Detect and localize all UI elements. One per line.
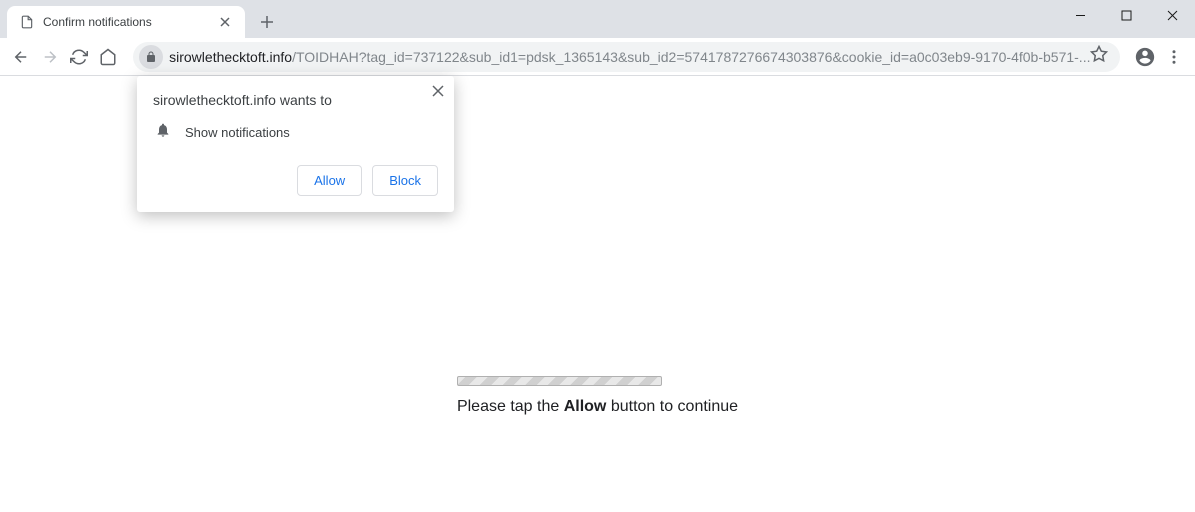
new-tab-button[interactable] — [253, 8, 281, 36]
url-domain: sirowlethecktoft.info — [169, 49, 292, 65]
maximize-button[interactable] — [1103, 0, 1149, 30]
permission-request-text: Show notifications — [185, 125, 290, 140]
page-icon — [19, 14, 35, 30]
hint-bold: Allow — [564, 398, 607, 415]
bookmark-star-icon[interactable] — [1090, 45, 1108, 68]
reload-button[interactable] — [67, 43, 92, 71]
browser-tab[interactable]: Confirm notifications — [7, 6, 245, 38]
hint-post: button to continue — [606, 398, 738, 415]
hint-text: Please tap the Allow button to continue — [457, 398, 738, 416]
permission-origin-text: sirowlethecktoft.info wants to — [153, 92, 438, 108]
bell-icon — [155, 122, 171, 143]
permission-prompt: sirowlethecktoft.info wants to Show noti… — [137, 76, 454, 212]
browser-titlebar: Confirm notifications — [0, 0, 1195, 38]
minimize-button[interactable] — [1057, 0, 1103, 30]
profile-button[interactable] — [1132, 43, 1157, 71]
hint-pre: Please tap the — [457, 398, 564, 415]
url-path: /TOIDHAH?tag_id=737122&sub_id1=pdsk_1365… — [292, 49, 1090, 65]
tab-title: Confirm notifications — [43, 15, 217, 29]
permission-request-row: Show notifications — [153, 122, 438, 143]
progress-bar — [457, 376, 662, 386]
close-icon[interactable] — [432, 84, 444, 102]
close-window-button[interactable] — [1149, 0, 1195, 30]
forward-button[interactable] — [37, 43, 62, 71]
browser-toolbar: sirowlethecktoft.info/TOIDHAH?tag_id=737… — [0, 38, 1195, 76]
allow-button[interactable]: Allow — [297, 165, 362, 196]
back-button[interactable] — [8, 43, 33, 71]
url-text: sirowlethecktoft.info/TOIDHAH?tag_id=737… — [169, 49, 1090, 65]
lock-icon[interactable] — [139, 45, 163, 69]
kebab-menu-icon[interactable] — [1162, 43, 1187, 71]
close-icon[interactable] — [217, 14, 233, 30]
window-controls — [1057, 0, 1195, 30]
home-button[interactable] — [96, 43, 121, 71]
block-button[interactable]: Block — [372, 165, 438, 196]
address-bar[interactable]: sirowlethecktoft.info/TOIDHAH?tag_id=737… — [133, 42, 1120, 72]
